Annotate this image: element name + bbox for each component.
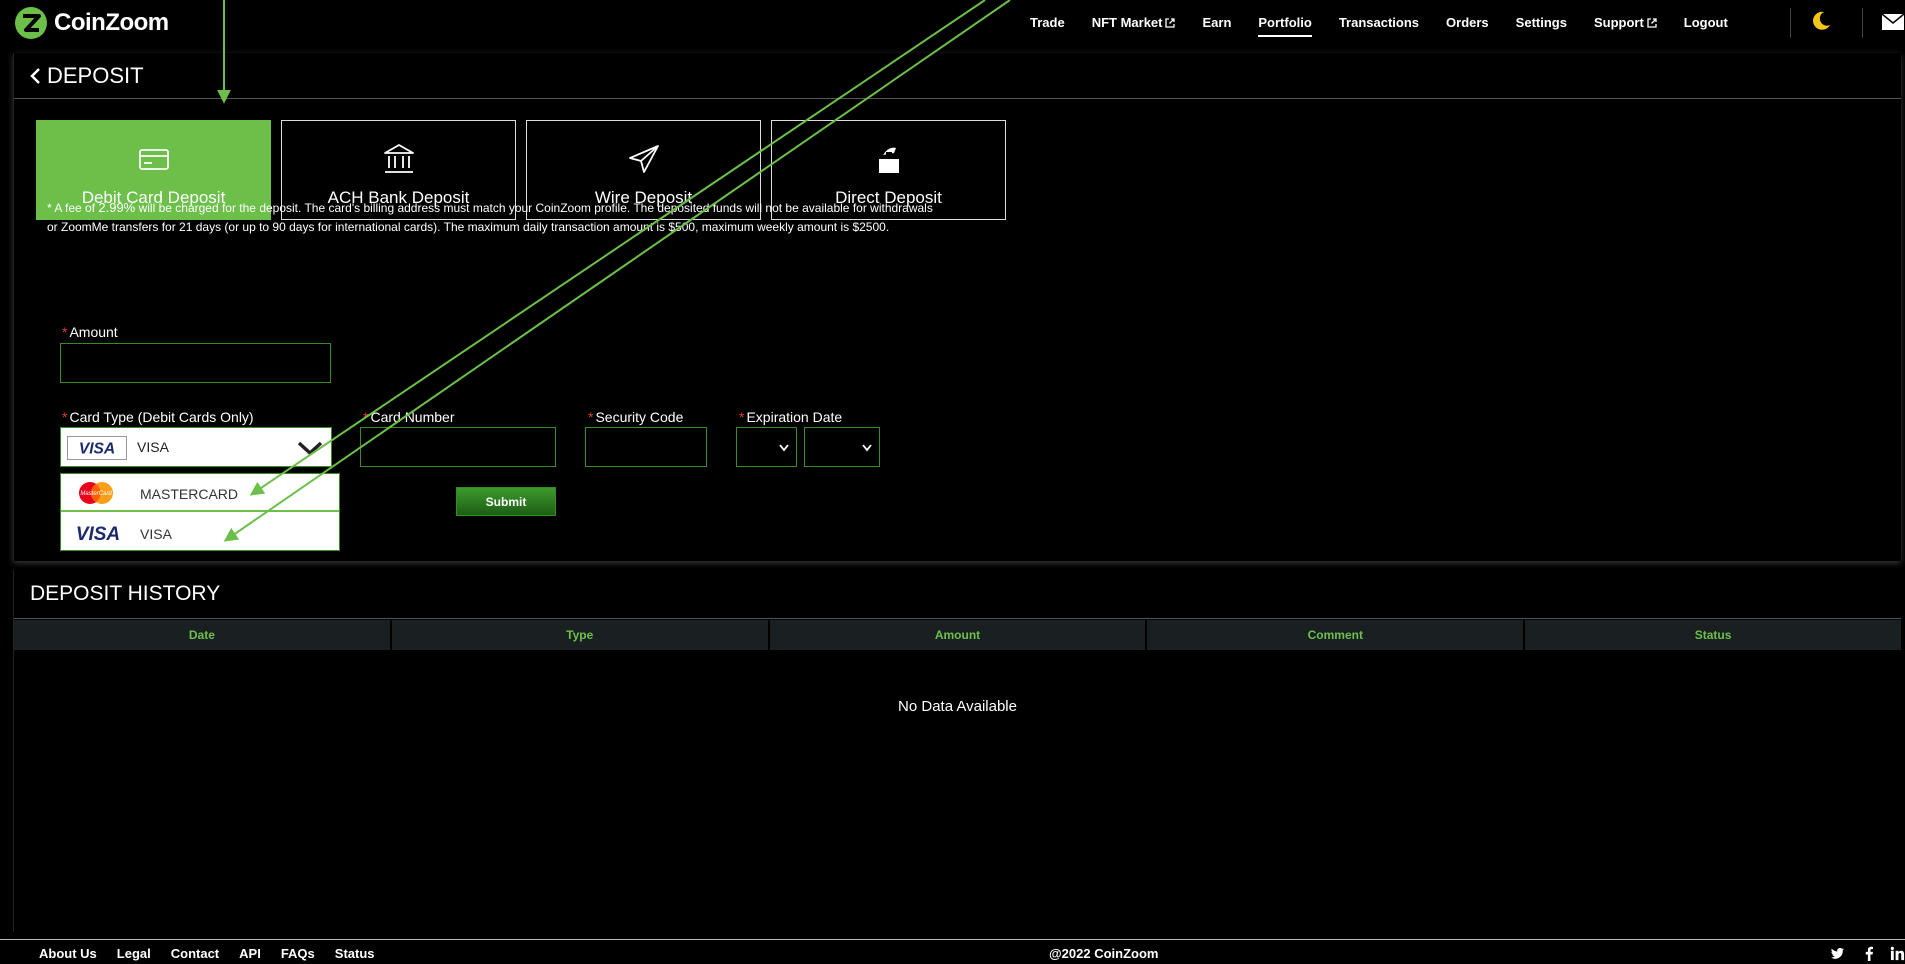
facebook-icon[interactable] [1862, 946, 1877, 961]
nav-nft-market[interactable]: NFT Market [1092, 15, 1176, 30]
back-button[interactable]: DEPOSIT [29, 63, 144, 89]
bank-icon [383, 144, 414, 173]
credit-card-icon [138, 149, 169, 170]
chevron-down-icon [779, 444, 789, 452]
card-option-visa[interactable]: VISA VISA [61, 514, 339, 552]
card-type-value: VISA [137, 439, 169, 455]
amount-input[interactable] [60, 343, 331, 383]
column-header-date[interactable]: Date [14, 620, 390, 650]
deposit-history-section: DEPOSIT HISTORY Date Type Amount Comment… [13, 570, 1901, 932]
page-title: DEPOSIT [47, 63, 144, 88]
column-header-comment[interactable]: Comment [1147, 620, 1524, 650]
nav-divider [1862, 8, 1863, 38]
security-code-label: * Security Code [588, 409, 684, 425]
card-type-dropdown: MasterCard MASTERCARD VISA VISA [60, 473, 340, 551]
paper-plane-icon [628, 145, 659, 173]
history-title: DEPOSIT HISTORY [30, 582, 221, 605]
card-option-label: VISA [140, 526, 172, 542]
footer-links: About Us Legal Contact API FAQs Status [39, 946, 375, 961]
card-type-label: * Card Type (Debit Cards Only) [62, 409, 254, 425]
footer-link-faqs[interactable]: FAQs [281, 946, 315, 961]
external-link-icon [1165, 17, 1176, 28]
nav-trade[interactable]: Trade [1030, 15, 1065, 30]
coinzoom-logo-icon [15, 7, 47, 39]
copyright-text: @2022 CoinZoom [1049, 946, 1159, 961]
footer-link-status[interactable]: Status [335, 946, 375, 961]
footer-link-contact[interactable]: Contact [171, 946, 219, 961]
nav-logout[interactable]: Logout [1684, 15, 1728, 30]
nav-settings[interactable]: Settings [1516, 15, 1567, 30]
column-header-amount[interactable]: Amount [769, 620, 1146, 650]
chevron-down-icon [297, 441, 323, 456]
external-link-icon [1647, 17, 1657, 28]
card-option-mastercard[interactable]: MasterCard MASTERCARD [61, 474, 339, 512]
main-nav: Trade NFT Market Earn Portfolio Transact… [1030, 0, 1755, 44]
mail-icon[interactable] [1882, 14, 1904, 30]
hand-deposit-icon [878, 147, 899, 173]
footer-link-legal[interactable]: Legal [117, 946, 151, 961]
mastercard-logo-icon: MasterCard [79, 482, 113, 504]
svg-text:VISA: VISA [76, 524, 120, 542]
deposit-header: DEPOSIT [14, 53, 1901, 99]
card-number-input[interactable] [360, 427, 556, 467]
card-type-select[interactable]: VISA VISA [60, 427, 332, 467]
chevron-left-icon [30, 68, 40, 84]
footer: About Us Legal Contact API FAQs Status @… [0, 939, 1905, 964]
svg-text:VISA: VISA [79, 441, 115, 458]
nav-support[interactable]: Support [1594, 15, 1657, 30]
coinzoom-logo[interactable]: CoinZoom [14, 6, 169, 40]
footer-link-api[interactable]: API [239, 946, 261, 961]
column-header-type[interactable]: Type [391, 620, 768, 650]
brand-name: CoinZoom [54, 9, 169, 36]
nav-earn[interactable]: Earn [1202, 15, 1231, 30]
deposit-fee-notice: * A fee of 2.99% will be charged for the… [47, 200, 933, 234]
nav-orders[interactable]: Orders [1446, 15, 1489, 30]
history-table-header: Date Type Amount Comment Status [14, 620, 1901, 650]
divider [14, 618, 1901, 619]
card-option-label: MASTERCARD [140, 486, 239, 502]
submit-button[interactable]: Submit [456, 487, 556, 516]
expiration-date-label: * Expiration Date [739, 409, 843, 425]
linkedin-icon[interactable] [1890, 946, 1905, 961]
expiration-month-select[interactable] [736, 427, 797, 467]
nav-transactions[interactable]: Transactions [1339, 15, 1419, 30]
chevron-down-icon [862, 444, 872, 452]
moon-icon[interactable] [1810, 10, 1832, 32]
security-code-input[interactable] [585, 427, 707, 467]
amount-label: * Amount [62, 324, 118, 340]
visa-badge-icon: VISA [67, 436, 127, 460]
svg-text:MasterCard: MasterCard [80, 491, 112, 497]
nav-portfolio[interactable]: Portfolio [1258, 15, 1313, 37]
empty-state-text: No Data Available [898, 698, 1017, 715]
expiration-year-select[interactable] [804, 427, 880, 467]
column-header-status[interactable]: Status [1525, 620, 1901, 650]
twitter-icon[interactable] [1830, 946, 1845, 961]
card-number-label: * Card Number [363, 409, 455, 425]
top-navbar: CoinZoom Trade NFT Market Earn Portfolio… [0, 0, 1905, 44]
nav-divider [1790, 8, 1791, 38]
footer-link-about-us[interactable]: About Us [39, 946, 97, 961]
visa-logo-icon: VISA [76, 524, 120, 542]
